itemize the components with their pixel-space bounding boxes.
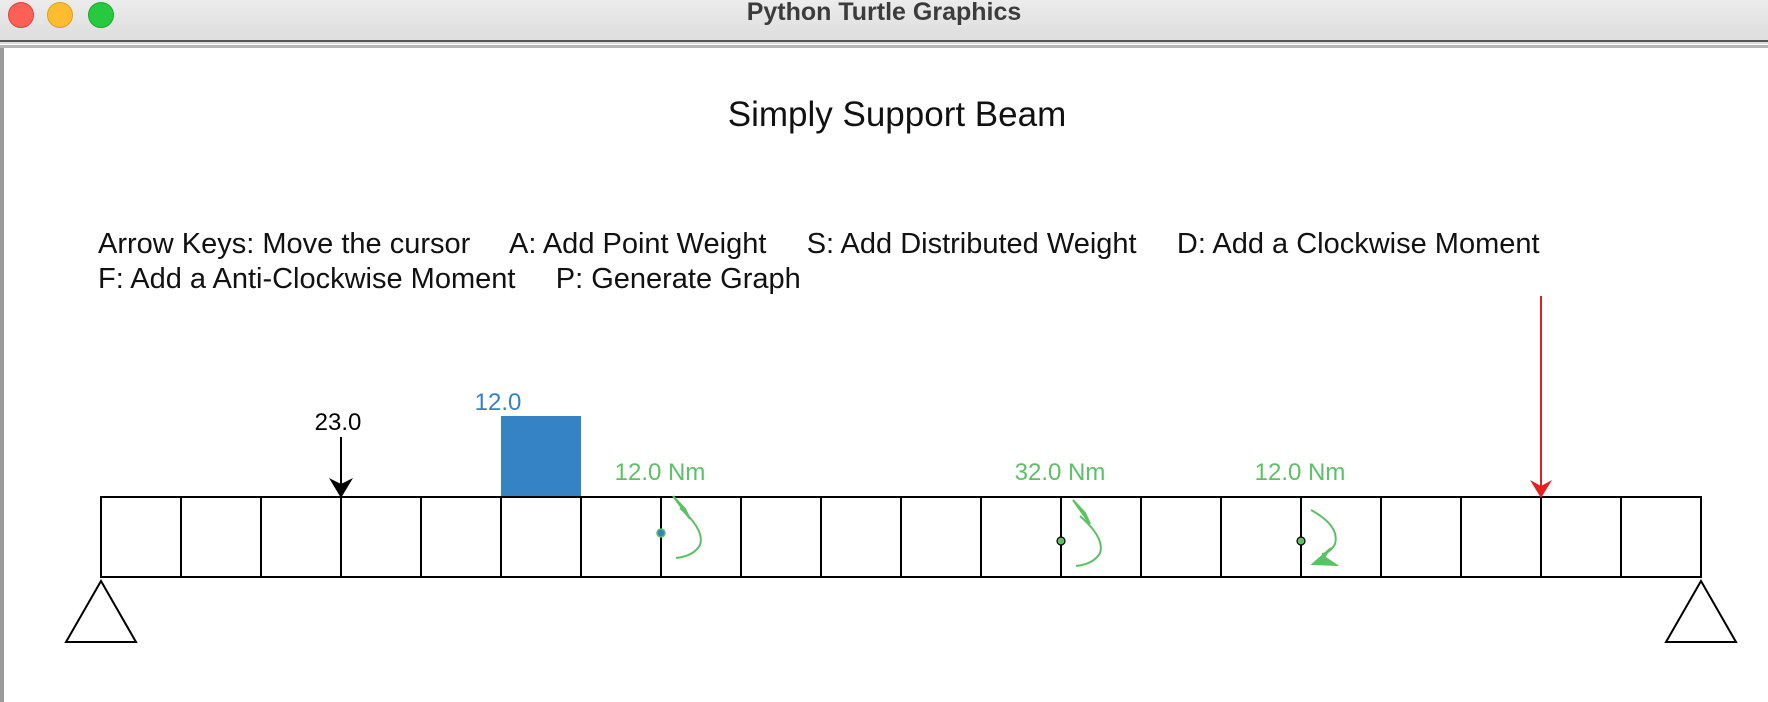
point-weight-load: 23.0 xyxy=(315,409,362,498)
moment-3-label: 12.0 Nm xyxy=(1255,459,1346,486)
distributed-weight-label: 12.0 xyxy=(475,389,522,416)
anticlockwise-arrow-icon xyxy=(672,495,691,520)
right-support xyxy=(1664,578,1738,643)
point-weight-label: 23.0 xyxy=(315,409,362,436)
distributed-weight-block xyxy=(501,416,581,496)
moment-1-label: 12.0 Nm xyxy=(615,459,706,486)
moment-3-arc xyxy=(1310,509,1337,555)
beam-diagram: 23.0 12.0 12.0 Nm 32.0 Nm 12.0 Nm xyxy=(64,296,1738,643)
moment-2-pivot xyxy=(1056,536,1066,546)
distributed-weight-load: 12.0 xyxy=(475,389,581,496)
moment-1-pivot xyxy=(656,528,666,538)
moment-2-label: 32.0 Nm xyxy=(1015,459,1106,486)
anticlockwise-arrow-icon xyxy=(1072,499,1091,525)
left-support xyxy=(64,578,138,643)
beam-segment-dividers xyxy=(180,497,1622,577)
beam-cursor[interactable] xyxy=(1530,296,1552,498)
moment-2-arc xyxy=(1075,515,1102,567)
moment-3-pivot xyxy=(1296,536,1306,546)
beam xyxy=(100,496,1702,578)
clockwise-arrow-icon xyxy=(1310,547,1340,567)
